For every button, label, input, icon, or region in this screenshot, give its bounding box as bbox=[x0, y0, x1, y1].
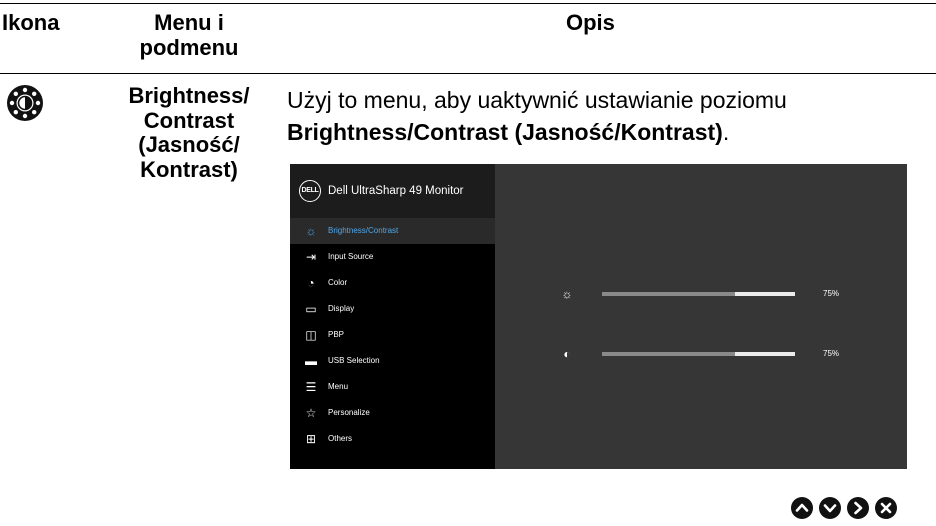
osd-menu-item-input-source[interactable]: ⇥ Input Source bbox=[290, 244, 495, 270]
row-menu-line: Brightness/ bbox=[128, 83, 250, 108]
contrast-icon: ◐ bbox=[563, 347, 571, 361]
osd-menu-item-display[interactable]: ▭ Display bbox=[290, 296, 495, 322]
description-bold: Brightness/Contrast (Jasność/Kontrast) bbox=[287, 119, 723, 145]
brightness-slider-remaining bbox=[735, 292, 795, 296]
osd-menu-label: Display bbox=[328, 304, 355, 313]
osd-header: DELL Dell UltraSharp 49 Monitor bbox=[290, 164, 495, 218]
osd-sidebar: DELL Dell UltraSharp 49 Monitor ☼ Bright… bbox=[290, 164, 495, 469]
osd-title: Dell UltraSharp 49 Monitor bbox=[328, 185, 464, 197]
table-top-rule bbox=[0, 3, 936, 4]
contrast-value: 75% bbox=[823, 349, 840, 358]
osd-menu-label: USB Selection bbox=[328, 356, 380, 365]
row-menu-line: Contrast bbox=[143, 107, 235, 133]
osd-menu-label: Menu bbox=[328, 382, 349, 391]
header-menu-line1: Menu i bbox=[154, 10, 224, 35]
osd-menu-label: Personalize bbox=[328, 408, 370, 417]
row-menu-name: Brightness/ Contrast (Jasność/ Kontrast) bbox=[104, 83, 274, 182]
osd-menu-label: Input Source bbox=[328, 252, 374, 261]
osd-menu-label: PBP bbox=[328, 330, 345, 339]
osd-menu-item-menu[interactable]: ☰ Menu bbox=[290, 374, 495, 400]
pbp-icon: ◫ bbox=[305, 328, 317, 342]
display-icon: ▭ bbox=[305, 302, 317, 316]
osd-menu-item-personalize[interactable]: ☆ Personalize bbox=[290, 400, 495, 426]
row-menu-line: (Jasność/ bbox=[138, 132, 240, 157]
contrast-slider[interactable] bbox=[602, 352, 795, 356]
color-icon: ◔ bbox=[307, 276, 315, 290]
down-icon[interactable] bbox=[819, 497, 841, 519]
brightness-value: 75% bbox=[823, 289, 840, 298]
right-icon[interactable] bbox=[847, 497, 869, 519]
up-icon[interactable] bbox=[791, 497, 813, 519]
dell-logo: DELL bbox=[299, 180, 321, 202]
osd-menu-item-pbp[interactable]: ◫ PBP bbox=[290, 322, 495, 348]
input-source-icon: ⇥ bbox=[305, 250, 317, 264]
close-icon[interactable] bbox=[875, 497, 897, 519]
osd-menu-item-brightness-contrast[interactable]: ☼ Brightness/Contrast bbox=[290, 218, 495, 244]
header-description: Opis bbox=[566, 10, 615, 35]
header-menu: Menu i podmenu bbox=[104, 10, 274, 60]
contrast-slider-remaining bbox=[735, 352, 795, 356]
brightness-contrast-icon bbox=[7, 85, 43, 121]
osd-menu-label: Brightness/Contrast bbox=[328, 226, 399, 235]
osd-menu-item-color[interactable]: ◔ Color bbox=[290, 270, 495, 296]
others-icon: ⊞ bbox=[305, 432, 317, 446]
row-description: Użyj to menu, aby uaktywnić ustawianie p… bbox=[287, 84, 787, 148]
menu-icon: ☰ bbox=[305, 380, 317, 394]
brightness-slider[interactable] bbox=[602, 292, 795, 296]
osd-menu-item-others[interactable]: ⊞ Others bbox=[290, 426, 495, 452]
osd-menu-item-usb-selection[interactable]: ▬ USB Selection bbox=[290, 348, 495, 374]
header-icon: Ikona bbox=[2, 10, 60, 35]
description-line2: Brightness/Contrast (Jasność/Kontrast). bbox=[287, 116, 787, 148]
table-header-rule bbox=[0, 73, 936, 74]
sun-icon: ☼ bbox=[305, 224, 317, 238]
osd-menu-label: Color bbox=[328, 278, 348, 287]
brightness-sun-icon: ☼ bbox=[561, 287, 573, 301]
osd-screenshot: DELL Dell UltraSharp 49 Monitor ☼ Bright… bbox=[290, 164, 907, 469]
usb-icon: ▬ bbox=[305, 354, 317, 368]
description-line1: Użyj to menu, aby uaktywnić ustawianie p… bbox=[287, 87, 787, 113]
star-icon: ☆ bbox=[305, 406, 317, 420]
description-end: . bbox=[722, 119, 730, 145]
osd-menu-label: Others bbox=[328, 434, 353, 443]
row-menu-line: Kontrast) bbox=[140, 156, 238, 182]
header-menu-line2: podmenu bbox=[139, 35, 239, 60]
